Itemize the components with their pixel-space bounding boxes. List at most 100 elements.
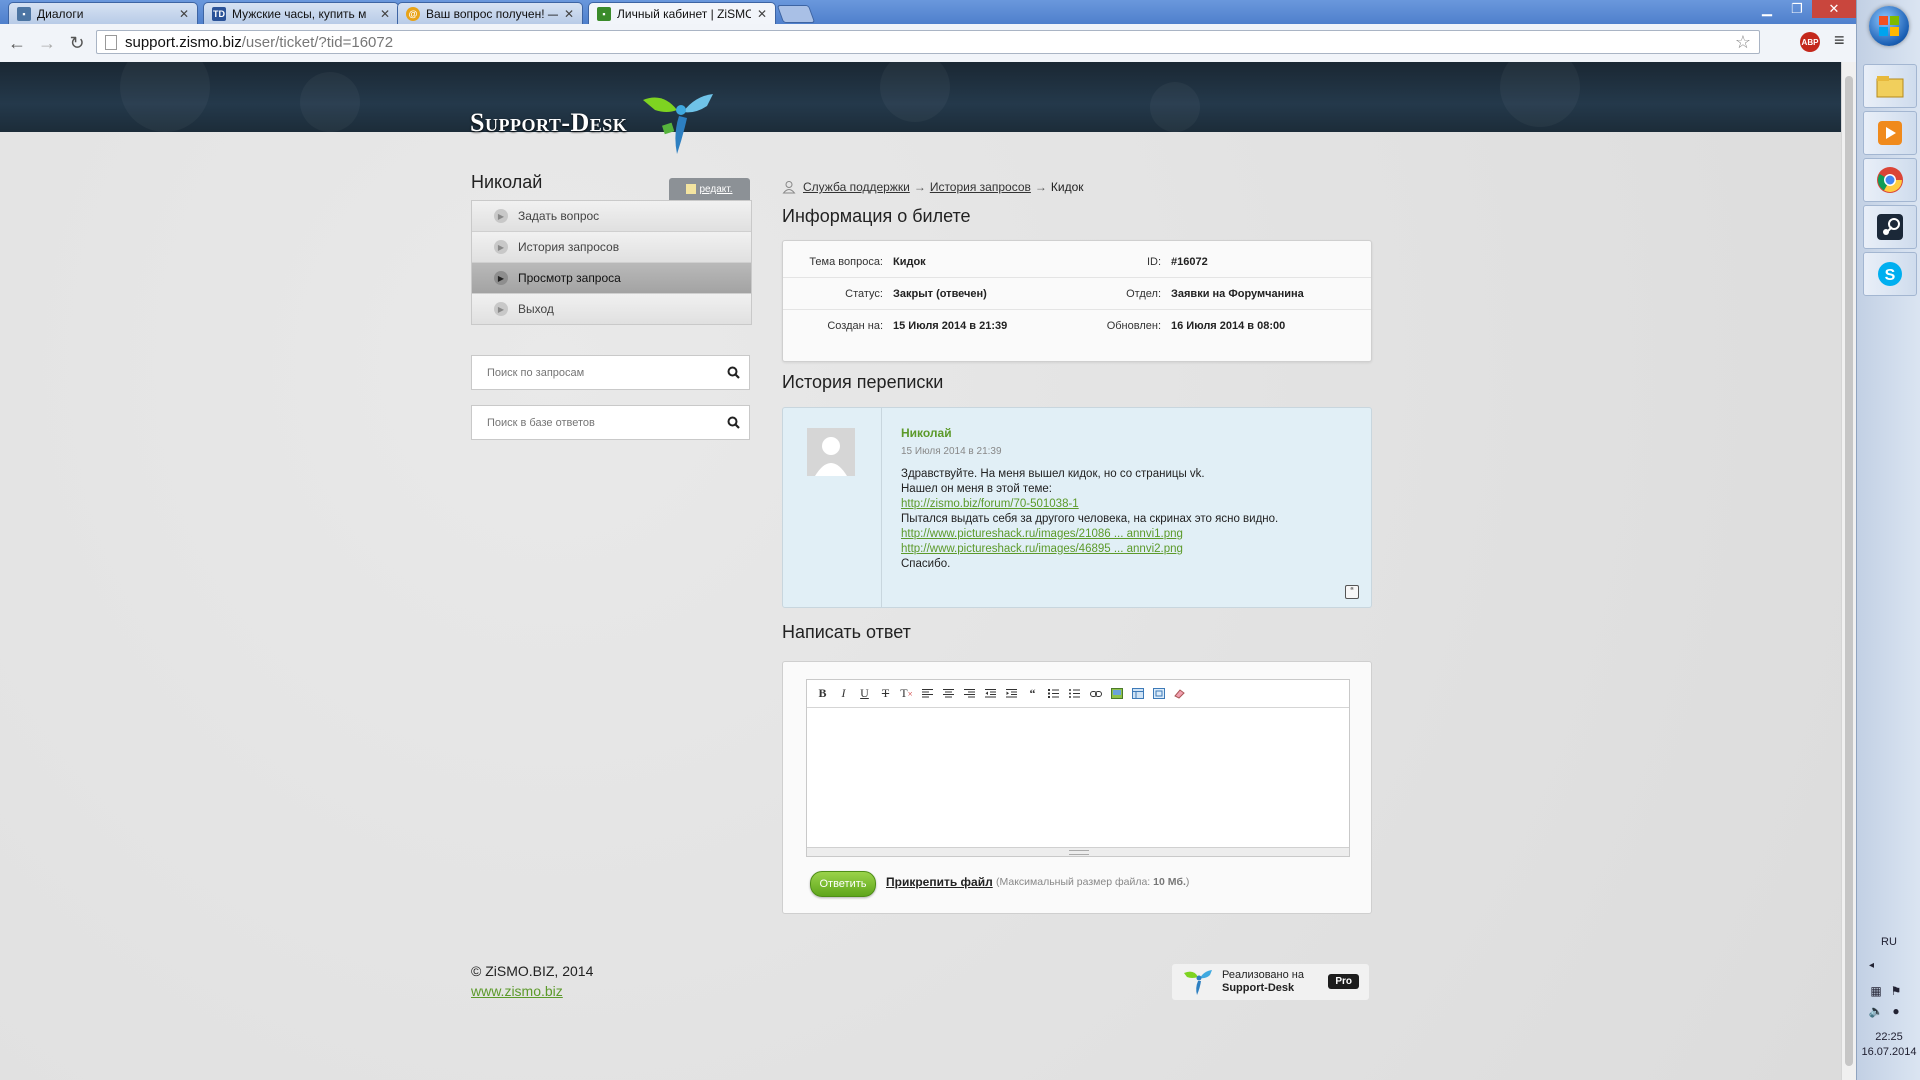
attach-note-suffix: ) [1185,876,1190,888]
unordered-list-icon[interactable] [1064,684,1085,704]
search-icon[interactable] [717,416,749,429]
clock-date: 16.07.2014 [1861,1046,1917,1058]
winged-figure-icon [643,94,714,154]
network-icon[interactable]: ▦ [1869,984,1883,998]
align-center-icon[interactable] [938,684,959,704]
arrow-right-icon: ▶ [494,271,508,285]
skype-icon[interactable]: S [1863,252,1917,296]
close-tab-icon[interactable]: ✕ [757,7,767,21]
align-right-icon[interactable] [959,684,980,704]
user-icon [782,181,796,194]
site-link[interactable]: www.zismo.biz [471,983,563,999]
maximize-icon[interactable]: ❐ [1782,0,1812,18]
steam-tray-icon[interactable]: ● [1889,1004,1903,1018]
volume-icon[interactable]: 🔈 [1869,1004,1884,1018]
message-link[interactable]: http://www.pictureshack.ru/images/21086 … [901,527,1351,542]
menu-item-ask-question[interactable]: ▶ Задать вопрос [472,201,751,232]
breadcrumb-support[interactable]: Служба поддержки [803,180,910,194]
start-button[interactable] [1869,6,1909,46]
language-indicator[interactable]: RU [1881,936,1897,948]
menu-item-view-request[interactable]: ▶ Просмотр запроса [472,263,751,294]
bookmark-star-icon[interactable]: ☆ [1735,32,1751,53]
file-explorer-icon[interactable] [1863,64,1917,108]
eraser-icon[interactable] [1169,684,1190,704]
indent-icon[interactable] [1001,684,1022,704]
table-icon[interactable] [1127,684,1148,704]
tab-title: Мужские часы, купить м [232,6,367,21]
powered-by-badge[interactable]: Реализовано на Support-Desk Pro [1172,964,1369,1000]
system-tray: ▦ ⚑ 🔈 ● [1869,984,1913,1018]
bold-icon[interactable]: B [812,684,833,704]
powered-text: Реализовано на Support-Desk [1222,969,1304,995]
edit-profile-button[interactable]: редакт. [669,178,750,200]
flag-icon[interactable]: ⚑ [1889,984,1903,998]
page-scrollbar[interactable] [1841,62,1857,1080]
arrow-right-icon: ▶ [494,240,508,254]
browser-menu-icon[interactable]: ≡ [1834,30,1845,51]
editor-resize-handle[interactable] [807,847,1349,856]
adblock-icon[interactable]: ABP [1800,32,1820,52]
attach-file-link[interactable]: Прикрепить файл [886,875,993,889]
ticket-info-title: Информация о билете [782,206,971,226]
editor-textarea[interactable] [807,708,1349,848]
forward-icon[interactable]: → [34,30,60,56]
message-link[interactable]: http://www.pictureshack.ru/images/46895 … [901,542,1351,557]
support-desk-icon: ▪ [597,6,611,21]
reply-submit-button[interactable]: Ответить [810,871,876,897]
tab-personal-cabinet[interactable]: ▪ Личный кабинет | ZiSMO ✕ [588,2,776,24]
department-value: Заявки на Форумчанина [1171,287,1304,300]
italic-icon[interactable]: I [833,684,854,704]
site-header: Support-Desk [0,62,1841,154]
back-icon[interactable]: ← [4,30,30,56]
close-window-icon[interactable]: ✕ [1812,0,1856,18]
browser-window: ▪ Диалоги ✕ TD Мужские часы, купить м ✕ … [0,0,1856,63]
ordered-list-icon[interactable] [1043,684,1064,704]
tab-question-received[interactable]: @ Ваш вопрос получен! — ✕ [397,2,583,24]
copyright: © ZiSMO.BIZ, 2014 [471,963,594,979]
close-tab-icon[interactable]: ✕ [380,7,390,21]
search-requests-input[interactable] [485,365,717,380]
attach-size-note: (Максимальный размер файла: 10 Мб.) [996,876,1189,888]
image-icon[interactable] [1106,684,1127,704]
tray-expand-icon[interactable]: ◂ [1869,960,1874,971]
fullscreen-icon[interactable] [1148,684,1169,704]
menu-item-request-history[interactable]: ▶ История запросов [472,232,751,263]
system-clock[interactable]: 22:25 16.07.2014 [1857,1030,1920,1060]
site-logo[interactable]: Support-Desk [470,78,723,168]
outdent-icon[interactable] [980,684,1001,704]
chrome-icon[interactable] [1863,158,1917,202]
close-tab-icon[interactable]: ✕ [179,7,189,21]
tab-watches[interactable]: TD Мужские часы, купить м ✕ [203,2,399,24]
scrollbar-thumb[interactable] [1845,76,1853,1066]
address-bar[interactable]: support.zismo.biz/user/ticket/?tid=16072… [96,30,1760,54]
blockquote-icon[interactable]: “ [1022,684,1043,704]
tab-dialogs[interactable]: ▪ Диалоги ✕ [8,2,198,24]
menu-item-logout[interactable]: ▶ Выход [472,294,751,324]
strikethrough-icon[interactable]: T [875,684,896,704]
steam-icon[interactable] [1863,205,1917,249]
tab-strip: ▪ Диалоги ✕ TD Мужские часы, купить м ✕ … [0,0,1856,24]
info-row: Создан на: 15 Июля 2014 в 21:39 Обновлен… [783,310,1371,341]
breadcrumb-history[interactable]: История запросов [930,180,1031,194]
search-answers-input[interactable] [485,415,717,430]
new-tab-button[interactable] [776,5,816,23]
quote-icon[interactable]: “ [1345,585,1359,599]
search-icon[interactable] [717,366,749,379]
department-label: Отдел: [1126,287,1161,300]
align-left-icon[interactable] [917,684,938,704]
minimize-icon[interactable]: ▁ [1752,0,1782,18]
message-line: Здравствуйте. На меня вышел кидок, но со… [901,468,1205,480]
underline-icon[interactable]: U [854,684,875,704]
close-tab-icon[interactable]: ✕ [564,7,574,21]
id-value: #16072 [1171,255,1208,268]
menu-item-label: Просмотр запроса [518,271,621,285]
info-row: Статус: Закрыт (отвечен) Отдел: Заявки н… [783,278,1371,310]
page-icon [105,34,117,50]
remove-format-icon[interactable]: T × [896,684,917,704]
media-player-icon[interactable] [1863,111,1917,155]
reload-icon[interactable]: ↻ [64,30,90,56]
message-link[interactable]: http://zismo.biz/forum/70-501038-1 [901,497,1351,512]
powered-line2: Support-Desk [1222,982,1295,994]
svg-text:S: S [1885,267,1896,284]
link-icon[interactable] [1085,684,1106,704]
